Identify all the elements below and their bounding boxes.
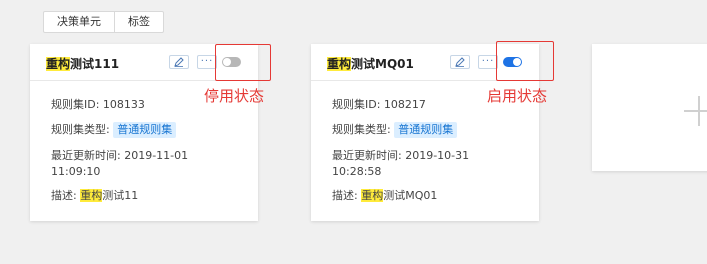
ruleset-id-label: 规则集ID: (332, 98, 381, 111)
edit-button[interactable] (169, 55, 189, 69)
ruleset-type-row: 规则集类型: 普通规则集 (51, 122, 177, 138)
title-text: 测试111 (70, 57, 120, 71)
title-highlight: 重构 (327, 57, 352, 71)
title-text: 测试MQ01 (351, 57, 414, 71)
tab-tags[interactable]: 标签 (114, 12, 163, 32)
description-row: 描述: 重构测试MQ01 (332, 188, 437, 204)
edit-button[interactable] (450, 55, 470, 69)
updated-time: 11:09:10 (51, 165, 101, 178)
ruleset-type-tag: 普通规则集 (113, 122, 177, 138)
description-text: 测试11 (102, 189, 139, 202)
title-highlight: 重构 (46, 57, 71, 71)
add-ruleset-card[interactable] (592, 44, 707, 171)
pencil-icon (174, 57, 184, 67)
updated-date: 2019-11-01 (124, 149, 189, 162)
ruleset-type-tag: 普通规则集 (394, 122, 458, 138)
more-button[interactable]: ··· (197, 55, 217, 69)
ellipsis-icon: ··· (481, 56, 495, 67)
ruleset-id-value: 108133 (102, 98, 145, 111)
ruleset-id-row: 规则集ID: 108217 (332, 97, 426, 113)
updated-row: 最近更新时间: 2019-10-31 (332, 148, 469, 164)
tab-decision-unit[interactable]: 决策单元 (44, 12, 114, 32)
annotation-enabled-label: 启用状态 (487, 87, 548, 105)
description-text: 测试MQ01 (383, 189, 438, 202)
annotation-disabled-label: 停用状态 (204, 87, 265, 105)
pencil-icon (455, 57, 465, 67)
description-row: 描述: 重构测试11 (51, 188, 138, 204)
ruleset-type-label: 规则集类型: (332, 123, 391, 136)
annotation-box-enabled (496, 41, 554, 81)
ruleset-id-label: 规则集ID: (51, 98, 100, 111)
ruleset-type-label: 规则集类型: (51, 123, 110, 136)
description-label: 描述: (51, 189, 77, 202)
more-button[interactable]: ··· (478, 55, 498, 69)
ruleset-id-value: 108217 (383, 98, 426, 111)
ruleset-type-row: 规则集类型: 普通规则集 (332, 122, 458, 138)
updated-time: 10:28:58 (332, 165, 382, 178)
card-title: 重构测试MQ01 (327, 55, 414, 72)
card-title: 重构测试111 (46, 55, 119, 72)
updated-label: 最近更新时间: (332, 149, 402, 162)
view-tabs: 决策单元 标签 (43, 11, 164, 33)
description-highlight: 重构 (80, 189, 103, 202)
ellipsis-icon: ··· (200, 56, 214, 67)
annotation-box-disabled (215, 44, 271, 81)
ruleset-id-row: 规则集ID: 108133 (51, 97, 145, 113)
updated-label: 最近更新时间: (51, 149, 121, 162)
description-highlight: 重构 (361, 189, 384, 202)
description-label: 描述: (332, 189, 358, 202)
updated-row: 最近更新时间: 2019-11-01 (51, 148, 188, 164)
updated-date: 2019-10-31 (405, 149, 470, 162)
